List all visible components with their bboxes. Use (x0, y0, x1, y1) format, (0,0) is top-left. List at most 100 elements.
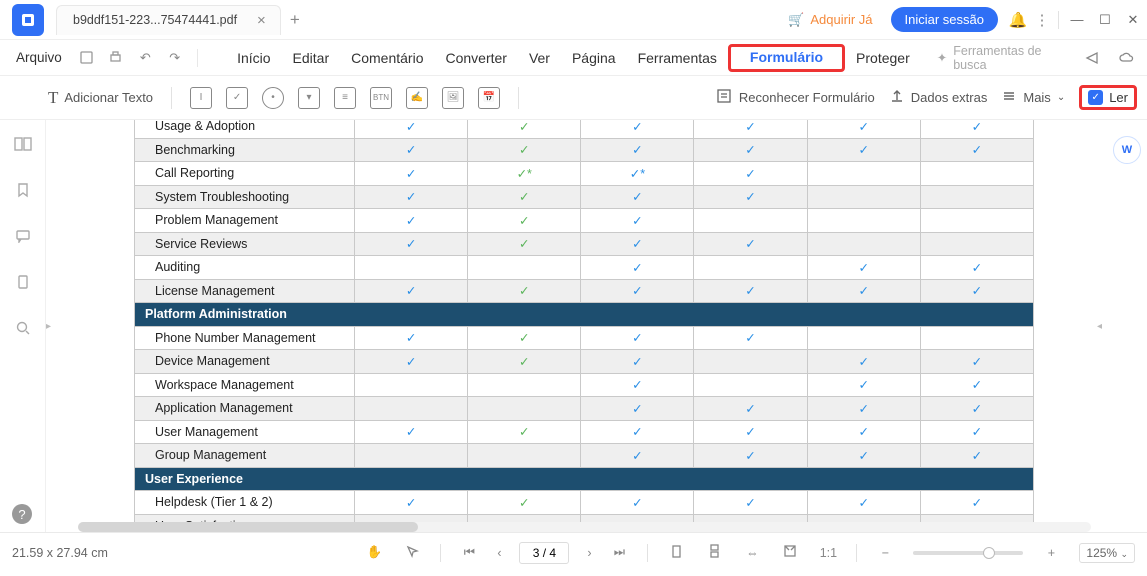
menu-formulário[interactable]: Formulário (728, 44, 845, 72)
button-field-icon[interactable]: BTN (370, 87, 392, 109)
cell: ✓ (581, 256, 694, 280)
zoom-in-icon[interactable]: + (1041, 546, 1061, 560)
share-icon[interactable] (1079, 45, 1105, 71)
word-export-icon[interactable]: W (1113, 136, 1141, 164)
cell (694, 256, 807, 280)
signature-icon[interactable]: ✍ (406, 87, 428, 109)
document-viewport[interactable]: Usage & Adoption✓✓✓✓✓✓Benchmarking✓✓✓✓✓✓… (54, 120, 1097, 532)
bookmark-icon[interactable] (13, 180, 33, 200)
cell: ✓* (581, 162, 694, 186)
page-input[interactable] (519, 542, 569, 564)
attachment-icon[interactable] (13, 272, 33, 292)
thumbnails-icon[interactable] (13, 134, 33, 154)
checkbox-icon[interactable]: ✓ (226, 87, 248, 109)
zoom-out-icon[interactable]: − (875, 546, 895, 560)
cell: ✓ (468, 232, 581, 256)
first-page-icon[interactable]: ⏮ (459, 545, 479, 560)
notifications-icon[interactable]: 🔔 (1006, 11, 1030, 29)
cell: ✓ (468, 326, 581, 350)
cell: ✓ (807, 350, 920, 374)
cell: ✓ (920, 444, 1033, 468)
new-tab-button[interactable]: + (281, 10, 309, 30)
form-recognize-icon (715, 87, 733, 108)
minimize-button[interactable]: — (1063, 0, 1091, 40)
more-button[interactable]: Mais ⌄ (1001, 88, 1065, 107)
cell: ✓ (355, 162, 468, 186)
cell: ✓ (355, 350, 468, 374)
cell: ✓ (694, 185, 807, 209)
menu-início[interactable]: Início (226, 44, 281, 72)
file-menu[interactable]: Arquivo (8, 46, 70, 69)
select-tool-icon[interactable] (402, 545, 422, 561)
menu-editar[interactable]: Editar (282, 44, 341, 72)
cell: ✓ (468, 420, 581, 444)
menu-proteger[interactable]: Proteger (845, 44, 921, 72)
cell: ✓ (468, 350, 581, 374)
menu-ver[interactable]: Ver (518, 44, 561, 72)
tools-search[interactable]: ✦ Ferramentas de busca (937, 44, 1075, 72)
checked-icon: ✓ (1088, 90, 1103, 105)
cell: ✓ (581, 138, 694, 162)
cell: ✓ (581, 120, 694, 138)
row-label: Service Reviews (135, 232, 355, 256)
menu-comentário[interactable]: Comentário (340, 44, 434, 72)
acquire-link[interactable]: 🛒 Adquirir Já (778, 12, 882, 28)
horizontal-scrollbar[interactable] (78, 522, 1091, 532)
section-header: Platform Administration (135, 303, 1034, 327)
cell (807, 232, 920, 256)
menu-página[interactable]: Página (561, 44, 627, 72)
redo-icon[interactable]: ↷ (162, 45, 187, 71)
help-icon[interactable]: ? (12, 504, 32, 524)
save-icon[interactable] (74, 45, 99, 71)
signin-button[interactable]: Iniciar sessão (891, 7, 998, 32)
print-icon[interactable] (103, 45, 128, 71)
menu-ferramentas[interactable]: Ferramentas (627, 44, 728, 72)
actual-size-icon[interactable]: 1:1 (818, 546, 838, 560)
document-tab[interactable]: b9ddf151-223...75474441.pdf × (56, 5, 281, 35)
cell: ✓ (694, 326, 807, 350)
search-panel-icon[interactable] (13, 318, 33, 338)
dropdown-icon[interactable]: ▾ (298, 87, 320, 109)
comment-panel-icon[interactable] (13, 226, 33, 246)
recognize-form-button[interactable]: Reconhecer Formulário (715, 87, 875, 108)
zoom-slider[interactable] (913, 551, 1023, 555)
radio-icon[interactable]: • (262, 87, 284, 109)
last-page-icon[interactable]: ⏭ (609, 545, 629, 560)
cell: ✓ (694, 279, 807, 303)
cloud-icon[interactable] (1113, 45, 1139, 71)
more-icon[interactable]: ⋮ (1030, 11, 1054, 29)
maximize-button[interactable]: ☐ (1091, 0, 1119, 40)
cell: ✓ (807, 397, 920, 421)
text-field-icon[interactable]: I (190, 87, 212, 109)
cell: ✓ (920, 350, 1033, 374)
cell (920, 232, 1033, 256)
prev-page-icon[interactable]: ‹ (489, 546, 509, 560)
list-icon[interactable]: ≡ (334, 87, 356, 109)
date-field-icon[interactable]: 📅 (478, 87, 500, 109)
fit-page-icon[interactable] (780, 544, 800, 561)
extra-data-button[interactable]: Dados extras (889, 88, 988, 107)
next-page-icon[interactable]: › (579, 546, 599, 560)
cell: ✓ (694, 162, 807, 186)
hand-tool-icon[interactable]: ✋ (364, 545, 384, 560)
single-page-icon[interactable] (666, 544, 686, 562)
cell: ✓ (920, 491, 1033, 515)
section-header: User Experience (135, 467, 1034, 491)
app-logo[interactable] (12, 4, 44, 36)
add-text-button[interactable]: T Adicionar Texto (48, 88, 153, 108)
menu-converter[interactable]: Converter (434, 44, 517, 72)
close-window-button[interactable]: ✕ (1119, 0, 1147, 40)
row-label: Phone Number Management (135, 326, 355, 350)
fit-width-icon[interactable]: ⇔ (742, 546, 762, 560)
cell (807, 185, 920, 209)
cell: ✓ (807, 373, 920, 397)
expand-right-icon[interactable]: ◂ (1097, 120, 1105, 532)
expand-left-icon[interactable]: ▸ (46, 120, 54, 532)
continuous-icon[interactable] (704, 544, 724, 562)
image-field-icon[interactable]: 🖼 (442, 87, 464, 109)
cell: ✓ (807, 138, 920, 162)
undo-icon[interactable]: ↶ (133, 45, 158, 71)
read-toggle[interactable]: ✓ Ler (1079, 85, 1137, 110)
zoom-value[interactable]: 125% ⌄ (1079, 543, 1135, 563)
close-tab-icon[interactable]: × (257, 12, 266, 29)
